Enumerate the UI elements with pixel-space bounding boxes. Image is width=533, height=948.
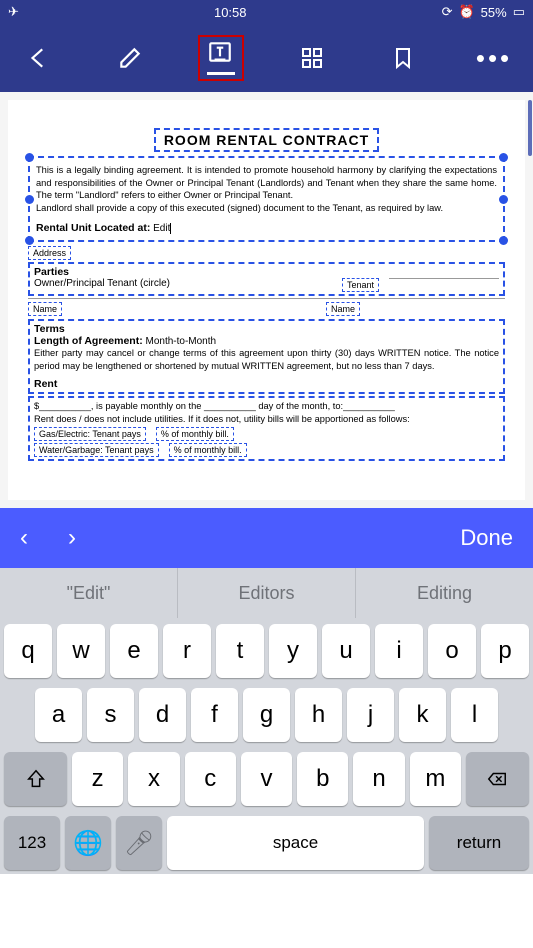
key-p[interactable]: p	[481, 624, 529, 678]
key-i[interactable]: i	[375, 624, 423, 678]
annotate-button[interactable]	[107, 35, 153, 81]
document-viewport[interactable]: ROOM RENTAL CONTRACT This is a legally b…	[0, 92, 533, 508]
key-v[interactable]: v	[241, 752, 292, 806]
more-button[interactable]: •••	[471, 35, 517, 81]
key-y[interactable]: y	[269, 624, 317, 678]
space-key[interactable]: space	[167, 816, 424, 870]
text-edit-button[interactable]	[198, 35, 244, 81]
address-field[interactable]: Address	[28, 246, 71, 260]
terms-block[interactable]: Terms Length of Agreement: Month-to-Mont…	[28, 319, 505, 394]
next-field-button[interactable]: ›	[68, 524, 76, 552]
numbers-key[interactable]: 123	[4, 816, 60, 870]
key-row-3: z x c v b n m	[4, 752, 529, 806]
key-m[interactable]: m	[410, 752, 461, 806]
key-row-1: q w e r t y u i o p	[4, 624, 529, 678]
battery-icon: ▭	[513, 4, 525, 20]
key-l[interactable]: l	[451, 688, 498, 742]
key-x[interactable]: x	[128, 752, 179, 806]
backspace-key[interactable]	[466, 752, 529, 806]
key-n[interactable]: n	[353, 752, 404, 806]
key-u[interactable]: u	[322, 624, 370, 678]
battery-percent: 55%	[481, 5, 507, 20]
globe-key[interactable]: 🌐	[65, 816, 111, 870]
status-time: 10:58	[214, 5, 247, 20]
airplane-icon: ✈︎	[8, 4, 19, 20]
alarm-icon: ⏰	[458, 4, 474, 20]
intro-paragraph-2: Landlord shall provide a copy of this ex…	[36, 202, 497, 215]
key-g[interactable]: g	[243, 688, 290, 742]
key-f[interactable]: f	[191, 688, 238, 742]
scroll-indicator	[528, 100, 532, 156]
status-bar: ✈︎ 10:58 ⟳ ⏰ 55% ▭	[0, 0, 533, 24]
key-o[interactable]: o	[428, 624, 476, 678]
done-button[interactable]: Done	[460, 525, 513, 551]
mic-key[interactable]: 🎤︎	[116, 816, 162, 870]
key-r[interactable]: r	[163, 624, 211, 678]
key-row-2: a s d f g h j k l	[4, 688, 529, 742]
key-z[interactable]: z	[72, 752, 123, 806]
doc-title[interactable]: ROOM RENTAL CONTRACT	[154, 128, 379, 152]
edit-text-input[interactable]: Edit	[153, 223, 170, 234]
rent-detail-block[interactable]: $__________, is payable monthly on the _…	[28, 396, 505, 461]
back-button[interactable]	[16, 35, 62, 81]
key-row-4: 123 🌐 🎤︎ space return	[4, 816, 529, 870]
name-field-2[interactable]: Name	[326, 302, 360, 316]
key-q[interactable]: q	[4, 624, 52, 678]
selected-text-block[interactable]: This is a legally binding agreement. It …	[28, 156, 505, 242]
key-w[interactable]: w	[57, 624, 105, 678]
key-c[interactable]: c	[185, 752, 236, 806]
key-d[interactable]: d	[139, 688, 186, 742]
suggestion-3[interactable]: Editing	[356, 568, 533, 618]
name-field-1[interactable]: Name	[28, 302, 62, 316]
key-t[interactable]: t	[216, 624, 264, 678]
rental-unit-label: Rental Unit Located at:	[36, 222, 150, 234]
suggestion-bar: "Edit" Editors Editing	[0, 568, 533, 618]
parties-block[interactable]: Parties Owner/Principal Tenant (circle) …	[28, 262, 505, 296]
bookmark-button[interactable]	[380, 35, 426, 81]
key-a[interactable]: a	[35, 688, 82, 742]
suggestion-2[interactable]: Editors	[178, 568, 356, 618]
return-key[interactable]: return	[429, 816, 529, 870]
key-s[interactable]: s	[87, 688, 134, 742]
document-page[interactable]: ROOM RENTAL CONTRACT This is a legally b…	[8, 100, 525, 500]
keyboard: q w e r t y u i o p a s d f g h j k l z …	[0, 618, 533, 874]
orientation-lock-icon: ⟳	[442, 4, 453, 20]
key-k[interactable]: k	[399, 688, 446, 742]
prev-field-button[interactable]: ‹	[20, 524, 28, 552]
key-j[interactable]: j	[347, 688, 394, 742]
suggestion-1[interactable]: "Edit"	[0, 568, 178, 618]
key-e[interactable]: e	[110, 624, 158, 678]
shift-key[interactable]	[4, 752, 67, 806]
intro-paragraph-1: This is a legally binding agreement. It …	[36, 164, 497, 202]
key-h[interactable]: h	[295, 688, 342, 742]
keyboard-accessory: ‹ › Done	[0, 508, 533, 568]
app-toolbar: •••	[0, 24, 533, 92]
key-b[interactable]: b	[297, 752, 348, 806]
grid-view-button[interactable]	[289, 35, 335, 81]
